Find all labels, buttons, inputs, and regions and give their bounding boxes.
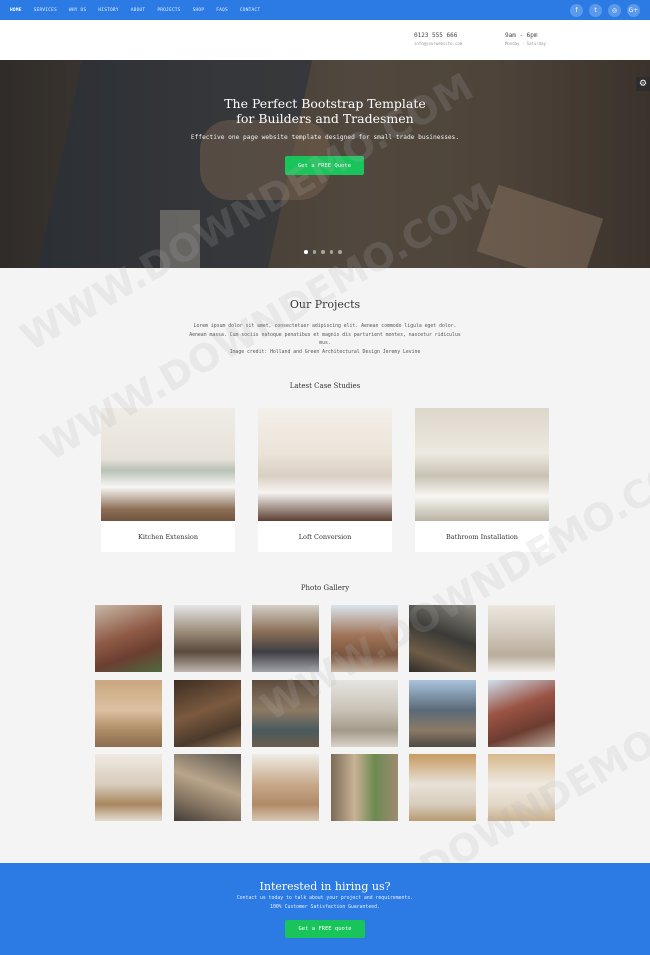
- projects-text-line: Lorem ipsum dolor sit amet, consectetuer…: [193, 324, 457, 329]
- gallery-photo[interactable]: [95, 680, 162, 747]
- hero-slider: The Perfect Bootstrap Template for Build…: [0, 60, 650, 268]
- nav-services[interactable]: SERVICES: [34, 8, 57, 13]
- image-credit: Image credit: Holland and Green Architec…: [229, 349, 421, 355]
- case-study-card[interactable]: Kitchen Extension: [101, 408, 235, 552]
- google-plus-icon[interactable]: G+: [627, 3, 640, 17]
- gallery-photo[interactable]: [95, 605, 162, 672]
- nav-history[interactable]: HISTORY: [98, 8, 118, 13]
- photo-gallery-heading: Photo Gallery: [300, 584, 350, 592]
- opening-days: Monday - Saturday: [505, 41, 546, 46]
- main-menu: HOME SERVICES WHY US HISTORY ABOUT PROJE…: [10, 8, 260, 13]
- gallery-photo[interactable]: [409, 680, 476, 747]
- bathroom-photo: [415, 408, 549, 521]
- nav-faqs[interactable]: FAQS: [216, 8, 228, 13]
- phone-number[interactable]: 0123 555 666: [414, 32, 462, 39]
- case-studies-heading: Latest Case Studies: [289, 382, 361, 390]
- cta-text-line: 100% Customer Satisfaction Guaranteed.: [270, 904, 380, 910]
- cta-text: Contact us today to talk about your proj…: [0, 895, 650, 912]
- nav-contact[interactable]: CONTACT: [240, 8, 260, 13]
- nav-about[interactable]: ABOUT: [131, 8, 146, 13]
- nav-shop[interactable]: SHOP: [193, 8, 205, 13]
- twitter-icon[interactable]: t: [589, 3, 602, 17]
- gallery-photo[interactable]: [252, 680, 319, 747]
- top-navbar: HOME SERVICES WHY US HISTORY ABOUT PROJE…: [0, 0, 650, 20]
- slider-dot[interactable]: [312, 250, 316, 254]
- gallery-photo[interactable]: [252, 605, 319, 672]
- gallery-photo[interactable]: [174, 680, 241, 747]
- nav-why-us[interactable]: WHY US: [69, 8, 86, 13]
- phone-info: 0123 555 666 info@yourwebsite.com: [414, 32, 462, 46]
- nav-projects[interactable]: PROJECTS: [157, 8, 180, 13]
- slider-dot[interactable]: [321, 250, 325, 254]
- slider-dot[interactable]: [338, 250, 342, 254]
- gallery-photo[interactable]: [488, 754, 555, 821]
- hours-info: 9am - 6pm Monday - Saturday: [505, 32, 546, 46]
- kitchen-photo: [101, 408, 235, 521]
- cta-free-quote-button[interactable]: Get a FREE quote: [285, 920, 365, 938]
- gallery-photo[interactable]: [488, 605, 555, 672]
- cta-text-line: Contact us today to talk about your proj…: [236, 896, 414, 901]
- hero-title-line2: for Builders and Tradesmen: [236, 111, 414, 126]
- nav-home[interactable]: HOME: [10, 8, 22, 13]
- gallery-photo[interactable]: [409, 605, 476, 672]
- hero-title-line1: The Perfect Bootstrap Template: [224, 96, 426, 111]
- gallery-photo[interactable]: [95, 754, 162, 821]
- hero-title: The Perfect Bootstrap Template for Build…: [0, 96, 650, 126]
- projects-description: Lorem ipsum dolor sit amet, consectetuer…: [170, 323, 480, 357]
- case-study-title: Kitchen Extension: [137, 532, 199, 541]
- projects-text-line: mus.: [319, 341, 331, 346]
- gallery-photo[interactable]: [252, 754, 319, 821]
- gallery-photo[interactable]: [331, 680, 398, 747]
- projects-heading: Our Projects: [289, 298, 361, 311]
- gallery-photo[interactable]: [174, 605, 241, 672]
- case-study-title: Loft Conversion: [298, 532, 352, 541]
- contact-info-bar: 0123 555 666 info@yourwebsite.com 9am - …: [0, 20, 650, 60]
- case-study-title: Bathroom Installation: [445, 532, 518, 541]
- case-study-card[interactable]: Bathroom Installation: [415, 408, 549, 552]
- gallery-photo[interactable]: [331, 754, 398, 821]
- slider-dots: [304, 250, 342, 254]
- hero-subtitle: Effective one page website template desi…: [190, 134, 460, 141]
- cta-title: Interested in hiring us?: [259, 880, 391, 893]
- gallery-photo[interactable]: [331, 605, 398, 672]
- instagram-icon[interactable]: ◎: [608, 3, 621, 17]
- case-study-card[interactable]: Loft Conversion: [258, 408, 392, 552]
- email-address[interactable]: info@yourwebsite.com: [414, 41, 462, 46]
- free-quote-button[interactable]: Get a FREE Quote: [285, 156, 364, 175]
- slider-dot[interactable]: [329, 250, 333, 254]
- social-links: f t ◎ G+: [570, 3, 640, 17]
- settings-gear-icon[interactable]: ⚙: [636, 77, 650, 91]
- gallery-photo[interactable]: [409, 754, 476, 821]
- gallery-photo[interactable]: [174, 754, 241, 821]
- gallery-photo[interactable]: [488, 680, 555, 747]
- facebook-icon[interactable]: f: [570, 3, 583, 17]
- opening-hours: 9am - 6pm: [505, 32, 538, 39]
- loft-photo: [258, 408, 392, 521]
- projects-text-line: Aenean massa. Cum sociis natoque penatib…: [189, 332, 461, 338]
- slider-dot[interactable]: [304, 250, 308, 254]
- hire-us-section: Interested in hiring us? Contact us toda…: [0, 863, 650, 955]
